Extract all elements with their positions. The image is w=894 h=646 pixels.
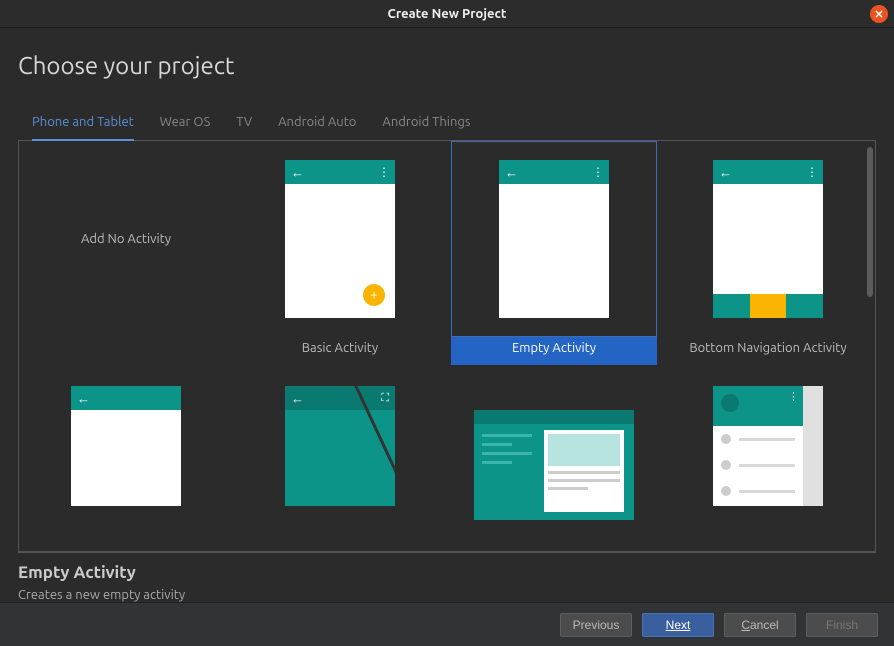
finish-button[interactable]: Finish — [806, 613, 878, 637]
tablet-mockup — [474, 410, 634, 520]
phone-mockup: ← ⋮ + — [285, 160, 395, 318]
description-text: Creates a new empty activity — [18, 588, 876, 602]
description-title: Empty Activity — [18, 563, 876, 582]
template-empty-activity[interactable]: ← ⋮ Empty Activity — [447, 141, 661, 365]
overflow-menu-icon: ⋮ — [788, 390, 799, 403]
phone-mockup: ← ⛶ — [285, 386, 395, 506]
template-basic-activity[interactable]: ← ⋮ + Basic Activity — [233, 141, 447, 365]
back-arrow-icon: ← — [291, 391, 304, 406]
cancel-button[interactable]: Cancel — [724, 613, 796, 637]
window-title: Create New Project — [388, 7, 507, 21]
tab-android-things[interactable]: Android Things — [382, 107, 470, 141]
overflow-menu-icon: ⋮ — [378, 165, 389, 179]
tab-phone-tablet[interactable]: Phone and Tablet — [32, 107, 134, 141]
tabs: Phone and Tablet Wear OS TV Android Auto… — [18, 107, 876, 141]
avatar-icon — [721, 394, 739, 412]
template-label: Basic Activity — [237, 337, 443, 365]
template-card[interactable]: ← ⛶ — [233, 365, 447, 551]
template-add-no-activity[interactable]: Add No Activity — [19, 141, 233, 365]
tab-tv[interactable]: TV — [236, 107, 252, 141]
description-panel: Empty Activity Creates a new empty activ… — [18, 552, 876, 602]
fab-icon: + — [363, 284, 385, 306]
template-card[interactable] — [447, 365, 661, 551]
close-icon[interactable] — [870, 5, 888, 23]
tab-wear-os[interactable]: Wear OS — [160, 107, 211, 141]
template-card[interactable]: ⋮ — [661, 365, 875, 551]
template-bottom-navigation-activity[interactable]: ← ⋮ Bottom Navigation Activity — [661, 141, 875, 365]
next-button[interactable]: Next — [642, 613, 714, 637]
back-arrow-icon: ← — [719, 165, 732, 180]
bottom-nav-icon — [713, 294, 823, 318]
phone-mockup: ← ⋮ — [499, 160, 609, 318]
scrollbar[interactable] — [867, 147, 873, 297]
back-arrow-icon: ← — [505, 165, 518, 180]
previous-button[interactable]: Previous — [560, 613, 632, 637]
page-title: Choose your project — [18, 52, 876, 79]
tab-android-auto[interactable]: Android Auto — [278, 107, 356, 141]
fullscreen-icon: ⛶ — [381, 392, 389, 405]
phone-mockup: ⋮ — [713, 386, 823, 506]
template-label: Add No Activity — [81, 232, 171, 246]
overflow-menu-icon: ⋮ — [806, 165, 817, 179]
footer-buttons: Previous Next Cancel Finish — [0, 602, 894, 646]
back-arrow-icon: ← — [291, 165, 304, 180]
template-card[interactable]: ← — [19, 365, 233, 551]
phone-mockup: ← ⋮ — [713, 160, 823, 318]
phone-mockup: ← — [71, 386, 181, 506]
overflow-menu-icon: ⋮ — [592, 165, 603, 179]
template-label: Empty Activity — [451, 337, 657, 365]
back-arrow-icon: ← — [77, 391, 90, 406]
template-label: Bottom Navigation Activity — [665, 337, 871, 365]
title-bar: Create New Project — [0, 0, 894, 28]
template-gallery: Add No Activity ← ⋮ + Basic Activity — [18, 141, 876, 552]
dialog-content: Choose your project Phone and Tablet Wea… — [0, 28, 894, 602]
